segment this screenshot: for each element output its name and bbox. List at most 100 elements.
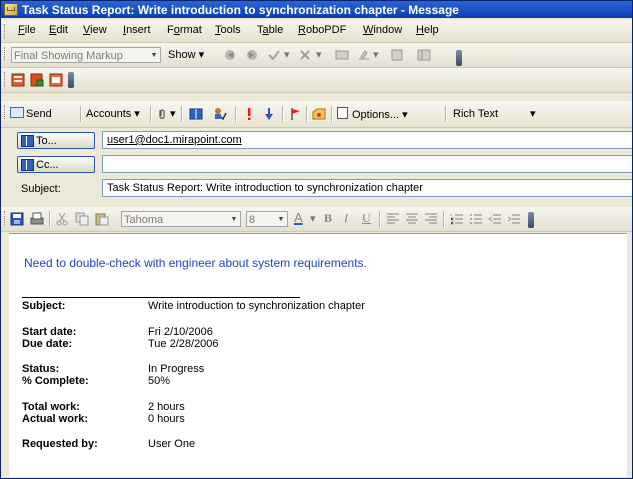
- separator: [282, 106, 284, 122]
- address-book-icon[interactable]: [189, 107, 203, 121]
- separator: [181, 106, 183, 122]
- font-color-button[interactable]: A: [294, 210, 303, 225]
- options-button[interactable]: Options... ▾: [337, 107, 408, 121]
- toolbar-grip[interactable]: [4, 47, 7, 61]
- cc-button[interactable]: Cc...: [17, 156, 95, 173]
- font-color-dropdown-arrow[interactable]: ▾: [310, 212, 316, 225]
- toolbar-grip[interactable]: [4, 105, 7, 119]
- copy-icon[interactable]: [75, 212, 89, 226]
- message-format-select[interactable]: Rich Text ▾: [453, 107, 536, 120]
- align-left-icon[interactable]: [386, 212, 400, 226]
- menu-table[interactable]: Table: [257, 24, 283, 36]
- low-importance-icon[interactable]: [262, 107, 276, 121]
- start-date-label: Start date:: [22, 326, 77, 338]
- requested-by-label: Requested by:: [22, 438, 98, 450]
- toolbar-options-button[interactable]: [68, 72, 74, 88]
- separator: [49, 211, 51, 227]
- separator: [80, 106, 82, 122]
- cut-icon[interactable]: [55, 212, 69, 226]
- toolbar-grip[interactable]: [4, 24, 7, 38]
- separator: [379, 211, 381, 227]
- divider-line: [22, 297, 300, 298]
- toolbar-options-button[interactable]: [528, 212, 534, 228]
- align-center-icon[interactable]: [405, 212, 419, 226]
- insert-item-icon[interactable]: [30, 73, 44, 87]
- message-body[interactable]: Need to double-check with engineer about…: [9, 233, 627, 477]
- cc-field[interactable]: [102, 155, 632, 173]
- underline-button[interactable]: U: [362, 211, 371, 226]
- next-change-icon[interactable]: [245, 48, 259, 62]
- to-button[interactable]: To...: [17, 132, 95, 149]
- attachment-toolbar: [1, 68, 632, 93]
- permission-icon[interactable]: [312, 107, 326, 121]
- chevron-down-icon: ▼: [277, 216, 285, 223]
- follow-up-flag-icon[interactable]: [288, 107, 302, 121]
- accept-dropdown-arrow[interactable]: ▾: [284, 48, 290, 61]
- menu-view[interactable]: View: [83, 24, 107, 36]
- previous-change-icon[interactable]: [223, 48, 237, 62]
- send-button[interactable]: Send: [10, 107, 52, 120]
- menu-window[interactable]: Window: [363, 24, 402, 36]
- highlight-icon[interactable]: [357, 48, 371, 62]
- menu-help[interactable]: Help: [416, 24, 439, 36]
- title-bar[interactable]: Task Status Report: Write introduction t…: [1, 1, 632, 18]
- highlight-dropdown-arrow[interactable]: ▾: [373, 48, 379, 61]
- italic-button[interactable]: I: [344, 211, 348, 226]
- subject-label: Subject:: [21, 183, 61, 195]
- track-changes-icon[interactable]: [390, 48, 404, 62]
- attach-dropdown-arrow[interactable]: ▾: [170, 107, 176, 120]
- total-work-value: 2 hours: [148, 401, 185, 413]
- send-toolbar: Send Accounts ▾ ▾ Options... ▾ Rich Text…: [1, 101, 632, 128]
- show-button[interactable]: Show ▾: [168, 48, 204, 61]
- menu-edit[interactable]: Edit: [49, 24, 68, 36]
- menu-tools[interactable]: Tools: [215, 24, 241, 36]
- subject-field[interactable]: Task Status Report: Write introduction t…: [102, 179, 632, 197]
- bullet-list-icon[interactable]: [469, 212, 483, 226]
- paste-icon[interactable]: [95, 212, 109, 226]
- due-date-value: Tue 2/28/2006: [148, 338, 219, 350]
- reviewing-toolbar: Final Showing Markup ▼ Show ▾ ▾ ▾ ▾: [1, 43, 632, 68]
- toolbar-options-button[interactable]: [456, 50, 462, 66]
- menu-robopdf[interactable]: RoboPDF: [298, 24, 346, 36]
- separator: [306, 106, 308, 122]
- numbered-list-icon[interactable]: [450, 212, 464, 226]
- font-size-select[interactable]: 8 ▼: [246, 211, 288, 227]
- check-names-icon[interactable]: [213, 107, 227, 121]
- reject-change-icon[interactable]: [298, 48, 312, 62]
- accept-change-icon[interactable]: [267, 48, 281, 62]
- actual-work-value: 0 hours: [148, 413, 185, 425]
- align-right-icon[interactable]: [424, 212, 438, 226]
- high-importance-icon[interactable]: [242, 107, 256, 121]
- menu-file[interactable]: File: [18, 24, 36, 36]
- chevron-down-icon: ▼: [230, 216, 238, 223]
- status-label: Status:: [22, 363, 60, 375]
- font-name-select[interactable]: Tahoma ▼: [121, 211, 241, 227]
- markup-select-value: Final Showing Markup: [14, 50, 123, 62]
- to-field[interactable]: user1@doc1.mirapoint.com: [102, 131, 632, 149]
- menu-format[interactable]: Format: [167, 24, 202, 36]
- address-book-icon: [21, 159, 34, 171]
- create-pdf-icon[interactable]: [49, 73, 63, 87]
- menu-bar: File Edit View Insert Format Tools Table…: [1, 20, 632, 43]
- insert-file-icon[interactable]: [11, 73, 25, 87]
- subject-field-label: Subject:: [22, 300, 66, 312]
- increase-indent-icon[interactable]: [507, 212, 521, 226]
- reviewing-pane-icon[interactable]: [417, 48, 431, 62]
- toolbar-grip[interactable]: [4, 211, 7, 225]
- message-window: Task Status Report: Write introduction t…: [0, 0, 633, 479]
- comment-icon[interactable]: [335, 48, 349, 62]
- accounts-button[interactable]: Accounts ▾: [86, 107, 140, 120]
- address-book-icon: [21, 135, 34, 147]
- requested-by-value: User One: [148, 438, 196, 450]
- bold-button[interactable]: B: [324, 211, 332, 226]
- window-title: Task Status Report: Write introduction t…: [22, 2, 459, 17]
- reject-dropdown-arrow[interactable]: ▾: [316, 48, 322, 61]
- decrease-indent-icon[interactable]: [488, 212, 502, 226]
- toolbar-grip[interactable]: [4, 72, 7, 86]
- save-icon[interactable]: [10, 212, 24, 226]
- paperclip-icon[interactable]: [155, 107, 169, 121]
- menu-insert[interactable]: Insert: [123, 24, 151, 36]
- print-icon[interactable]: [30, 212, 44, 226]
- markup-select[interactable]: Final Showing Markup ▼: [11, 47, 161, 63]
- total-work-label: Total work:: [22, 401, 80, 413]
